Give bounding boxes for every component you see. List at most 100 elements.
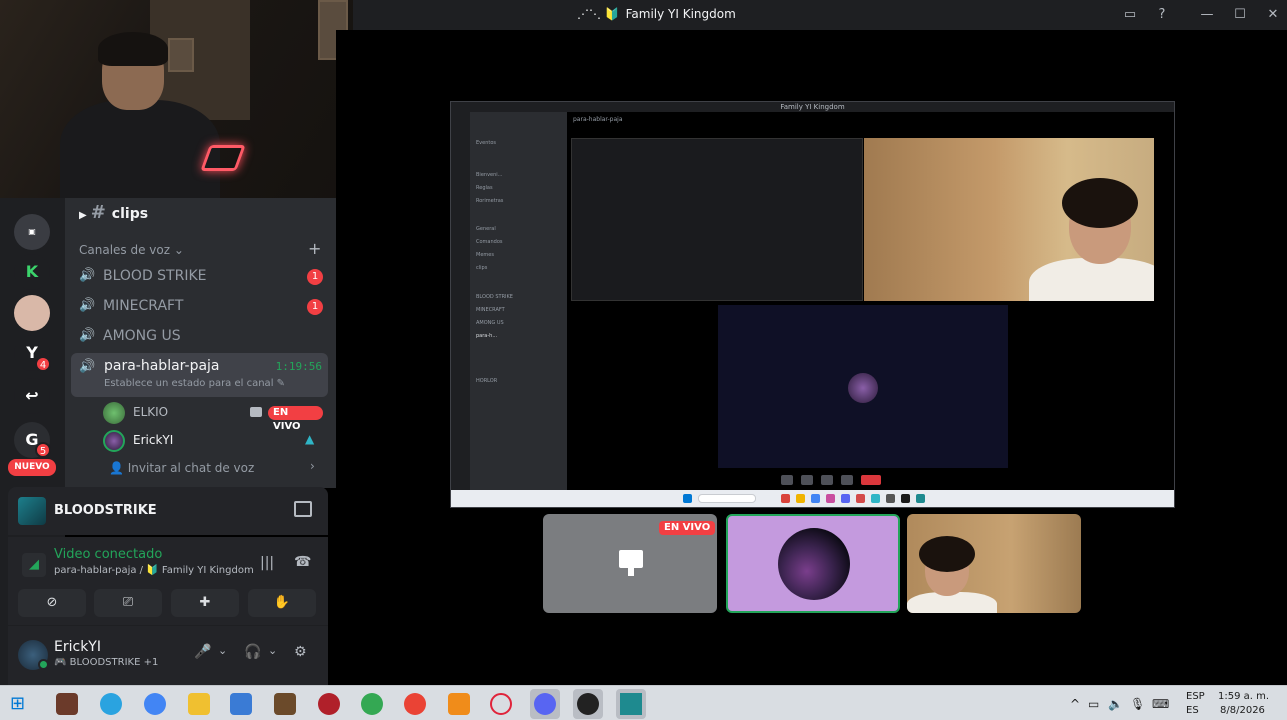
screen-share-stream[interactable]: Family YI Kingdom Eventos Bienveni... Re… — [450, 101, 1175, 508]
channel-list: ▶ # clips Canales de voz ⌄ + 🔊 BLOOD STRIK… — [65, 198, 336, 488]
microphone-icon[interactable]: 🎤 — [194, 644, 211, 660]
language-code[interactable]: ESP — [1186, 691, 1205, 702]
inbox-icon[interactable]: ▭ — [1120, 5, 1140, 25]
soundboard-button[interactable]: ✋ — [248, 589, 316, 617]
maximize-icon[interactable]: ☐ — [1230, 5, 1250, 25]
network-icon[interactable]: ▭ — [1088, 697, 1099, 711]
stream-thumbnail-avatar[interactable] — [726, 514, 900, 613]
vlc-icon[interactable] — [448, 693, 470, 715]
webcam-overlay — [0, 0, 353, 198]
app-icon[interactable] — [318, 693, 340, 715]
invite-to-voice[interactable]: 👤 Invitar al chat de voz — [109, 461, 254, 475]
mention-badge: 1 — [307, 299, 323, 315]
live-badge: EN VIVO — [659, 521, 716, 535]
window-titlebar: ⋰⋱ 🔰 Family YI Kingdom ▭ ? — ☐ ✕ — [353, 0, 1287, 30]
server-icon-swoosh[interactable]: ↩ — [14, 378, 50, 414]
screen-share-button[interactable]: ⎚ — [94, 589, 162, 617]
app-icon — [826, 494, 835, 503]
speaker-icon: 🔊 — [79, 298, 96, 313]
chrome-icon[interactable] — [144, 693, 166, 715]
person-body — [60, 100, 220, 198]
windows-start-icon[interactable]: ⊞ — [10, 693, 32, 715]
activities-button[interactable]: ✚ — [171, 589, 239, 617]
edit-pencil-icon: ✎ — [276, 378, 286, 389]
app-icon[interactable] — [230, 693, 252, 715]
taskbar-active-app[interactable] — [616, 689, 646, 719]
camera-icon — [250, 407, 262, 417]
app-icon — [781, 494, 790, 503]
server-icon-avatar[interactable] — [14, 295, 50, 331]
app-icon — [811, 494, 820, 503]
share-taskbar — [451, 490, 1174, 507]
app-icon[interactable] — [274, 693, 296, 715]
speaker-active-icon: 🔊 — [79, 359, 96, 374]
voice-channel-among-us[interactable]: 🔊 AMONG US — [73, 324, 328, 350]
hangup-icon — [861, 475, 881, 485]
opera-icon[interactable] — [490, 693, 512, 715]
app-icon — [841, 494, 850, 503]
avatar-orb — [848, 373, 878, 403]
start-icon — [683, 494, 692, 503]
disconnect-icon[interactable]: ☎ — [294, 554, 311, 570]
volume-icon[interactable]: 🔈 — [1108, 697, 1123, 711]
share-screen-icon[interactable] — [294, 501, 312, 517]
chevron-up-icon[interactable]: ^ — [1070, 697, 1080, 711]
folder-icon[interactable] — [188, 693, 210, 715]
app-icon[interactable] — [56, 693, 78, 715]
headphones-icon[interactable]: 🎧 — [244, 644, 261, 660]
clock-time[interactable]: 1:59 a. m. — [1218, 691, 1269, 702]
camera-off-button[interactable]: ⊘ — [18, 589, 86, 617]
add-user-icon: 👤 — [109, 461, 128, 475]
chevron-down-icon[interactable]: ⌄ — [268, 644, 277, 657]
settings-gear-icon[interactable]: ⚙ — [294, 644, 307, 660]
voice-channel-path[interactable]: para-hablar-paja / 🔰 Family YI Kingdom — [54, 565, 254, 576]
stream-thumbnail-screen[interactable]: EN VIVO — [543, 514, 717, 613]
app-icon — [886, 494, 895, 503]
chrome-icon[interactable] — [404, 693, 426, 715]
chevron-right-icon[interactable]: › — [310, 459, 315, 473]
voice-member-elkio[interactable]: ELKIO EN VIVO — [103, 400, 323, 432]
channel-status[interactable]: Establece un estado para el canal ✎ — [104, 378, 285, 389]
chevron-down-icon[interactable]: ⌄ — [218, 644, 227, 657]
share-icon — [821, 475, 833, 485]
game-icon — [18, 497, 46, 525]
keyboard-icon[interactable]: ⌨ — [1152, 697, 1169, 711]
text-channel-clips[interactable]: ▶ # clips — [79, 202, 148, 223]
server-icon[interactable]: ▣ — [14, 214, 50, 250]
keyboard-layout[interactable]: ES — [1186, 705, 1199, 716]
add-channel-icon[interactable]: + — [308, 239, 321, 258]
live-badge: EN VIVO — [268, 406, 323, 432]
windows-taskbar: ⊞ ^ ▭ 🔈 🎙 ⌨ ESP ES 1:59 a. m. 8/8/2026 — [0, 685, 1287, 720]
voice-channel-blood-strike[interactable]: 🔊 BLOOD STRIKE 1 — [73, 264, 328, 290]
window-title: ⋰⋱ 🔰 Family YI Kingdom — [577, 7, 736, 21]
chevron-down-icon: ⌄ — [173, 243, 184, 257]
voice-channel-active[interactable]: 🔊 para-hablar-paja 1:19:56 Establece un … — [71, 353, 328, 397]
voice-member-erickyi[interactable]: ErickYI ▲ — [103, 428, 323, 452]
taskbar-active-app[interactable] — [530, 689, 560, 719]
share-search-box — [698, 494, 756, 503]
share-channel-list: Eventos Bienveni... Reglas Rorimetras Ge… — [470, 112, 567, 490]
chrome-icon[interactable] — [361, 693, 383, 715]
voice-status[interactable]: Video conectado — [54, 547, 162, 562]
microphone-icon[interactable]: 🎙 — [1130, 697, 1145, 711]
noise-suppression-icon[interactable]: ||| — [260, 555, 274, 571]
activity-panel: BLOODSTRIKE — [8, 487, 328, 535]
telegram-icon[interactable] — [100, 693, 122, 715]
mention-badge: 1 — [307, 269, 323, 285]
clock-date[interactable]: 8/8/2026 — [1220, 705, 1265, 716]
taskbar-active-app[interactable] — [573, 689, 603, 719]
close-icon[interactable]: ✕ — [1263, 5, 1283, 25]
new-badge[interactable]: NUEVO — [8, 459, 56, 476]
help-icon[interactable]: ? — [1152, 5, 1172, 25]
status-indicator — [38, 659, 49, 670]
stream-thumbnail-camera[interactable] — [907, 514, 1081, 613]
share-channel-name: para-hablar-paja — [573, 116, 623, 123]
server-shield-icon: 🔰 — [604, 7, 620, 21]
server-icon-kick[interactable]: K — [14, 254, 50, 290]
voice-category[interactable]: Canales de voz ⌄ — [79, 243, 184, 257]
voice-channel-minecraft[interactable]: 🔊 MINECRAFT 1 — [73, 294, 328, 320]
username[interactable]: ErickYI — [54, 639, 101, 655]
minimize-icon[interactable]: — — [1197, 5, 1217, 25]
signal-icon[interactable]: ◢ — [22, 553, 46, 577]
person-hair — [1062, 178, 1138, 228]
